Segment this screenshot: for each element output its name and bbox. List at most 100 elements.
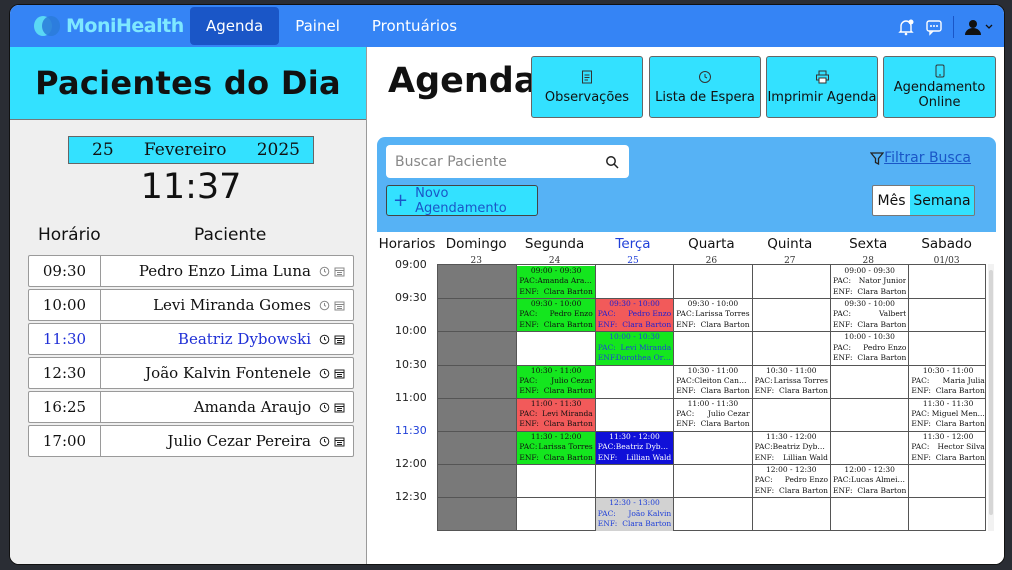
notification-bell-icon[interactable] [897,18,915,36]
appointment-nurse: ENF: Clara Barton [519,386,592,396]
top-navbar: MoniHealth Agenda Painel Prontuários [10,5,1004,47]
clock-icon[interactable] [319,300,330,311]
patient-row[interactable]: 17:00 Julio Cezar Pereira [28,425,354,457]
patient-row[interactable]: 16:25 Amanda Araujo [28,391,354,423]
pac-value: Beatriz Dybo... [772,442,828,452]
appointment-block[interactable]: 09:00 - 09:30 PAC: Amanda Araujo ENF: Clara … [517,266,595,299]
filtrar-busca-link[interactable]: Filtrar Busca [870,150,971,166]
calendar-icon[interactable] [334,300,345,311]
pac-value: João Kalvin [628,508,672,518]
calendar-icon[interactable] [334,334,345,345]
appointment-block[interactable]: 12:00 - 12:30 PAC: Pedro Enzo ENF: Clara Bar… [753,465,830,497]
appointment-block[interactable]: 10:30 - 11:00 PAC: Maria Julia ENF: Clara Ba… [909,366,986,398]
clock-icon[interactable] [319,334,330,345]
appointment-block[interactable]: 09:30 - 10:00 PAC: Valbert ENF: Clara Barton [831,299,908,331]
user-avatar-icon[interactable] [964,18,994,36]
patient-row[interactable]: 10:00 Levi Miranda Gomes [28,289,354,321]
pac-key: PAC: [833,309,852,319]
appointment-block[interactable]: 10:30 - 11:00 PAC: Julio Cezar ENF: Clara Ba… [517,365,595,398]
patient-name: Pedro Enzo Lima Luna [138,262,311,280]
patient-actions [319,300,353,311]
appointment-block[interactable]: 12:30 - 13:00 PAC: João Kalvin ENF: Clara Ba… [595,498,674,531]
day-header-0[interactable]: Domingo [437,236,515,252]
calendar-icon[interactable] [334,368,345,379]
appointment-patient: PAC: Larissa Torres [519,442,592,452]
clock-icon[interactable] [319,368,330,379]
search-input[interactable]: Buscar Paciente [386,145,629,178]
appointment-patient: PAC: Pedro Enzo [755,475,828,485]
appointment-block[interactable]: 10:30 - 11:00 PAC: Cleiton Cana... ENF: Clar… [674,366,751,398]
pac-value: Amanda Araujo [537,276,593,286]
clock-icon[interactable] [319,266,330,277]
patient-row[interactable]: 11:30 Beatriz Dybowski [28,323,354,355]
chat-icon[interactable] [925,18,943,36]
view-mes-button[interactable]: Mês [873,186,910,215]
pac-value: Levi Miranda [620,342,672,352]
day-header-1[interactable]: Segunda [515,236,593,252]
appointment-block[interactable]: 11:30 - 12:00 PAC: Beatriz Dybo... ENF: Lill… [753,432,830,464]
appointment-block[interactable]: 11:00 - 11:30 PAC: Julio Cezar ENF: Clara Ba… [674,399,751,431]
appointment-block[interactable]: 09:30 - 10:00 PAC: Pedro Enzo ENF: Clara Bar… [517,299,595,332]
enf-value: Clara Barton [700,319,750,329]
day-header-2[interactable]: Terça [594,236,672,252]
agendamento-online-button[interactable]: Agendamento Online [883,56,996,118]
patient-name: João Kalvin Fontenele [145,364,311,382]
appointment-time: 11:00 - 11:30 [687,398,739,408]
calendar-icon[interactable] [334,266,345,277]
search-placeholder: Buscar Paciente [395,153,507,170]
calendar-icon[interactable] [334,402,345,413]
appointment-block[interactable]: 10:30 - 11:00 PAC: Larissa Torres ENF: Clara… [753,366,830,398]
appointment-patient: PAC: Pedro Enzo [598,309,671,319]
appointment-block[interactable]: 10:00 - 10:30 PAC: Pedro Enzo ENF: Clara Bar… [831,332,908,364]
pac-key: PAC: [833,276,852,286]
appointment-time: 09:30 - 10:00 [844,299,895,309]
appointment-block[interactable]: 10:00 - 10:30 PAC: Levi Miranda ENF: Dorothe… [595,332,674,365]
agendamento-online-label: Agendamento Online [893,80,986,110]
view-semana-button[interactable]: Semana [910,186,974,215]
clock-icon[interactable] [319,436,330,447]
enf-value: Clara Barton [543,286,593,296]
observacoes-button[interactable]: Observações [531,56,643,118]
patient-row[interactable]: 12:30 João Kalvin Fontenele [28,357,354,389]
appointment-patient: PAC: Amanda Araujo [519,276,592,286]
appointment-block[interactable]: 11:00 - 11:30 PAC: Levi Miranda ENF: Clara B… [517,398,595,431]
logo-icon [34,15,60,37]
horarios-header: Horarios [378,236,436,252]
pac-value: Miguel Men... [931,409,985,419]
day-header-4[interactable]: Quinta [751,236,829,252]
enf-value: Clara Barton [543,386,593,396]
imprimir-agenda-button[interactable]: Imprimir Agenda [766,56,878,118]
panel-title: Pacientes do Dia [10,47,366,120]
calendar-scrollbar[interactable] [988,264,994,531]
appointment-block[interactable]: 09:30 - 10:00 PAC: Larissa Torres ENF: Clara… [674,299,751,331]
appointment-block[interactable]: 09:30 - 10:00 PAC: Pedro Enzo ENF: Clara Bar… [595,299,674,332]
appointment-block[interactable]: 09:00 - 09:30 PAC: Nator Junior ENF: Clara B… [831,266,908,298]
enf-key: ENF: [911,419,931,429]
day-header-5[interactable]: Sexta [829,236,907,252]
appointment-time: 12:30 - 13:00 [609,498,660,508]
appointment-block[interactable]: 12:00 - 12:30 PAC: Lucas Almeida ENF: Clara … [831,465,908,497]
calendar-icon[interactable] [334,436,345,447]
appointment-time: 10:30 - 11:00 [766,365,817,375]
printer-icon [815,70,829,83]
lista-espera-button[interactable]: Lista de Espera [649,56,761,118]
clock-icon[interactable] [319,402,330,413]
brand-logo[interactable]: MoniHealth [34,15,190,37]
appointment-block[interactable]: 11:30 - 12:00 PAC: Beatriz Dybo... ENF: Lill… [595,432,674,465]
appointment-patient: PAC: Hector Silva [911,442,984,452]
enf-value: Clara Barton [857,319,907,329]
nav-agenda[interactable]: Agenda [190,7,280,45]
patient-row[interactable]: 09:30 Pedro Enzo Lima Luna [28,255,354,287]
enf-value: Clara Barton [700,386,750,396]
day-header-6[interactable]: Sabado [907,236,985,252]
nav-prontuarios[interactable]: Prontuários [356,7,473,45]
nav-painel[interactable]: Painel [279,7,356,45]
day-header-3[interactable]: Quarta [672,236,750,252]
patient-name: Levi Miranda Gomes [153,296,311,314]
appointment-block[interactable]: 11:30 - 11:30 PAC: Miguel Men... ENF: Clara … [909,399,986,431]
patient-actions [319,436,353,447]
novo-agendamento-button[interactable]: + Novo Agendamento [386,185,538,216]
appointment-block[interactable]: 11:30 - 12:00 PAC: Larissa Torres ENF: Clara… [517,432,595,465]
appointment-block[interactable]: 11:30 - 12:00 PAC: Hector Silva ENF: Clara B… [909,432,986,464]
time-label: 12:00 [395,457,427,471]
